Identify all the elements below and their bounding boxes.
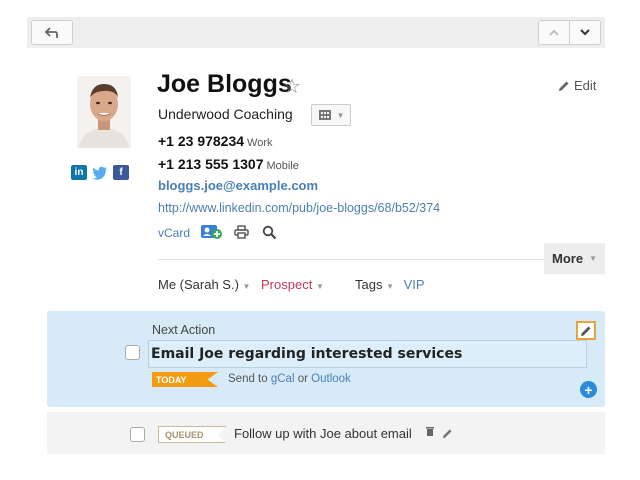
linkedin-icon[interactable]: in xyxy=(71,165,87,180)
today-badge: TODAY xyxy=(152,372,218,387)
pencil-icon[interactable] xyxy=(442,426,453,444)
queued-badge: QUEUED xyxy=(158,426,226,443)
plus-icon: + xyxy=(584,381,593,398)
avatar xyxy=(77,76,131,148)
phone-mobile[interactable]: +1 213 555 1307 Mobile xyxy=(158,156,299,172)
chevron-down-icon xyxy=(580,29,590,36)
chevron-down-icon: ▼ xyxy=(336,110,345,120)
top-toolbar xyxy=(27,17,605,48)
trash-icon[interactable] xyxy=(425,426,435,440)
queued-action-checkbox[interactable] xyxy=(130,427,145,442)
send-to-label: Send to xyxy=(228,373,268,385)
badge-notch xyxy=(218,427,226,443)
phone-type: Work xyxy=(247,137,273,149)
add-action-button[interactable]: + xyxy=(580,381,597,398)
previous-record-button[interactable] xyxy=(539,21,569,44)
contact-name: Joe Bloggs xyxy=(157,70,292,98)
edit-label: Edit xyxy=(574,78,597,93)
outlook-link[interactable]: Outlook xyxy=(311,373,351,385)
search-icon[interactable] xyxy=(260,223,278,241)
next-action-text[interactable]: Email Joe regarding interested services xyxy=(151,346,462,362)
building-icon xyxy=(318,110,331,120)
send-to-links: Send to gCal or Outlook xyxy=(228,373,351,385)
gcal-link[interactable]: gCal xyxy=(271,373,295,385)
add-contact-icon[interactable] xyxy=(201,223,223,241)
next-action-checkbox[interactable] xyxy=(125,345,140,360)
or-label: or xyxy=(297,373,308,385)
twitter-icon[interactable] xyxy=(92,165,108,180)
company-name[interactable]: Underwood Coaching xyxy=(158,106,293,122)
queued-action-row: QUEUED Follow up with Joe about email xyxy=(47,412,605,454)
tags-label: Tags xyxy=(355,277,383,292)
tags-dropdown[interactable]: Tags ▼ VIP xyxy=(355,277,425,292)
chevron-down-icon: ▼ xyxy=(589,254,597,263)
next-record-button[interactable] xyxy=(569,21,600,44)
website-link[interactable]: http://www.linkedin.com/pub/joe-bloggs/6… xyxy=(158,201,440,215)
pencil-icon xyxy=(559,81,569,91)
facebook-icon[interactable]: f xyxy=(113,165,129,180)
edit-next-action-button[interactable] xyxy=(576,321,596,340)
queued-action-text[interactable]: Follow up with Joe about email xyxy=(234,426,412,441)
owner-value: Me (Sarah S.) xyxy=(158,277,239,292)
phone-type: Mobile xyxy=(266,160,299,172)
record-nav-group xyxy=(538,20,601,45)
more-label: More xyxy=(552,251,584,266)
chevron-down-icon: ▼ xyxy=(315,282,324,291)
tag-vip[interactable]: VIP xyxy=(404,277,425,292)
status-dropdown[interactable]: Prospect ▼ xyxy=(261,277,324,292)
phone-work[interactable]: +1 23 978234 Work xyxy=(158,133,273,149)
back-button[interactable] xyxy=(31,20,73,45)
pencil-icon xyxy=(581,326,591,336)
email-link[interactable]: bloggs.joe@example.com xyxy=(158,178,318,193)
chevron-down-icon: ▼ xyxy=(386,282,395,291)
printer-icon[interactable] xyxy=(232,223,250,241)
star-icon[interactable]: ☆ xyxy=(283,74,301,99)
back-arrow-icon xyxy=(44,26,58,38)
divider xyxy=(158,259,544,260)
social-links: in f xyxy=(71,165,129,180)
more-button[interactable]: More ▼ xyxy=(544,243,605,274)
phone-number: +1 213 555 1307 xyxy=(158,156,264,172)
vcard-link[interactable]: vCard xyxy=(158,226,190,240)
chevron-up-icon xyxy=(549,29,559,36)
company-menu-button[interactable]: ▼ xyxy=(311,104,351,126)
status-value: Prospect xyxy=(261,277,313,292)
edit-button[interactable]: Edit xyxy=(558,78,596,93)
chevron-down-icon: ▼ xyxy=(242,282,251,291)
next-action-label: Next Action xyxy=(152,323,216,337)
next-action-panel: Next Action Email Joe regarding interest… xyxy=(47,311,605,407)
phone-number: +1 23 978234 xyxy=(158,133,245,149)
owner-dropdown[interactable]: Me (Sarah S.) ▼ xyxy=(158,277,250,292)
